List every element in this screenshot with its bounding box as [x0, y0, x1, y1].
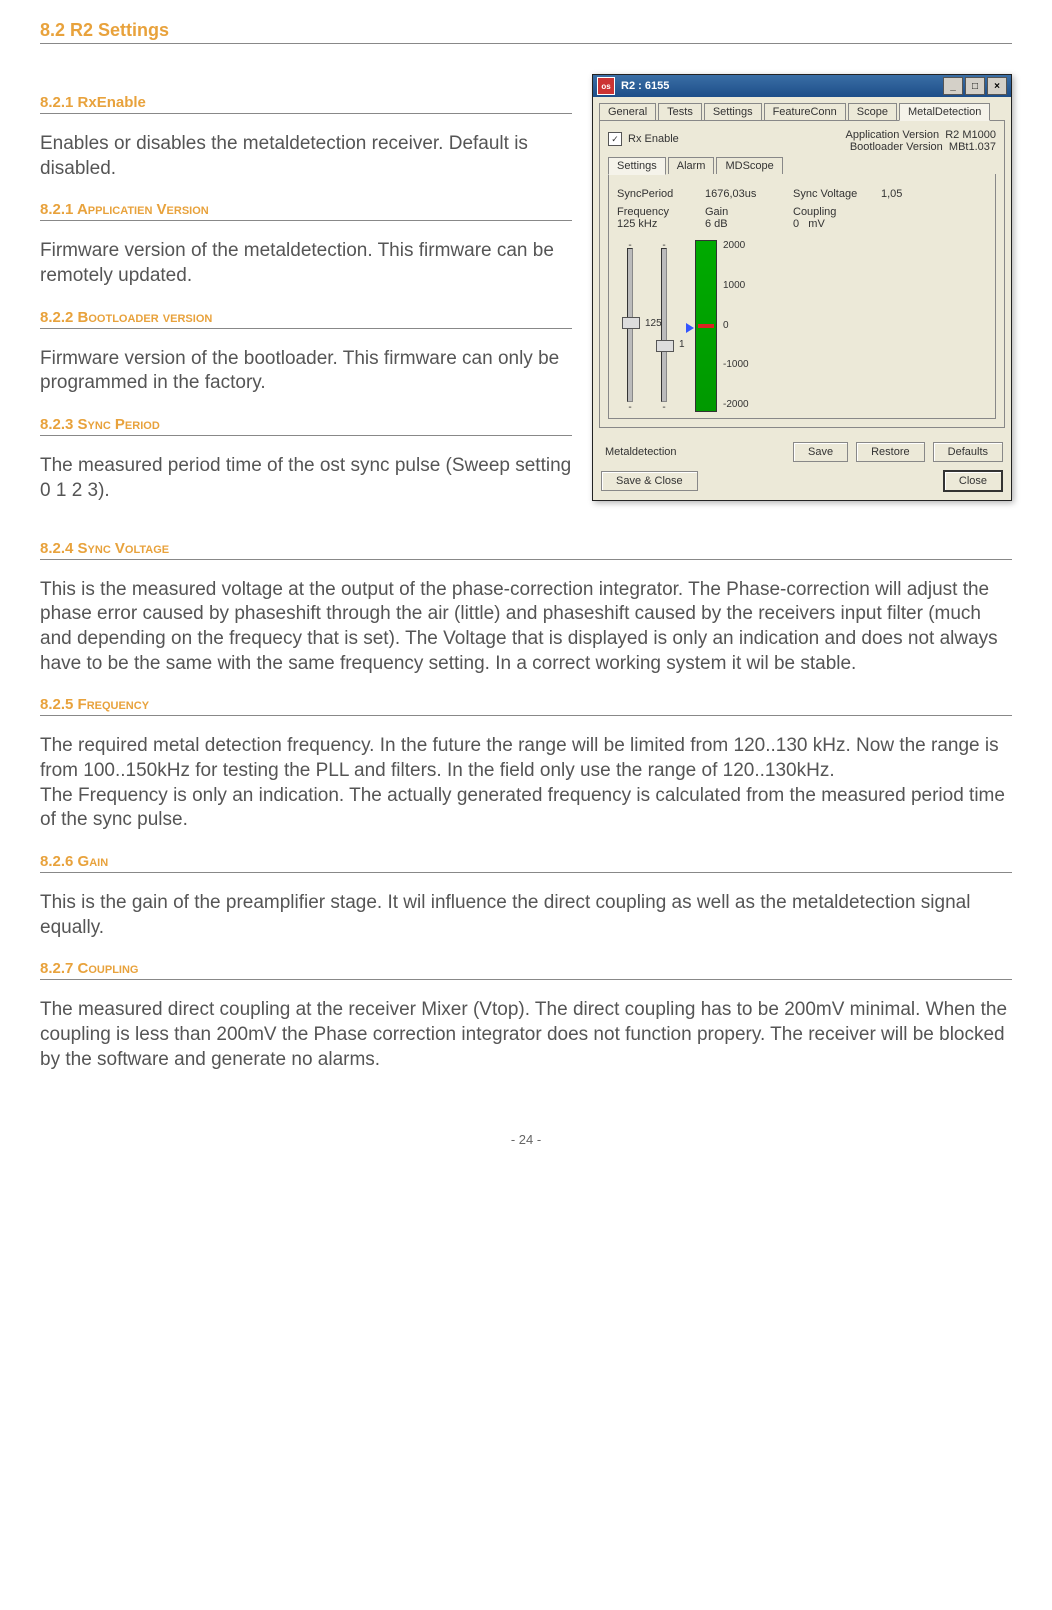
close-button[interactable]: Close — [943, 470, 1003, 492]
syncvoltage-value: 1,05 — [881, 188, 951, 200]
heading-rxenable: 8.2.1 RxEnable — [40, 94, 572, 114]
tab-metaldetection[interactable]: MetalDetection — [899, 103, 990, 121]
metaldetection-panel: ✓ Rx Enable Application Version R2 M1000… — [599, 120, 1005, 428]
tab-featureconn[interactable]: FeatureConn — [764, 103, 846, 120]
settings-window: os R2 : 6155 _ □ × General Tests Setting… — [592, 74, 1012, 501]
status-label: Metaldetection — [601, 443, 681, 461]
subtab-alarm[interactable]: Alarm — [668, 157, 715, 174]
defaults-button[interactable]: Defaults — [933, 442, 1003, 462]
coupling-scale: 2000 1000 0 -1000 -2000 — [723, 240, 749, 410]
gain-slider[interactable]: - - 1 — [661, 240, 667, 410]
window-title: R2 : 6155 — [621, 80, 669, 92]
gain-slider-tick: 1 — [679, 339, 685, 350]
heading-sync-period: 8.2.3 Sync Period — [40, 416, 572, 436]
coupling-value: 0 — [793, 218, 799, 230]
boot-version-value: MBt1.037 — [949, 141, 996, 153]
frequency-label: Frequency — [617, 206, 687, 218]
save-close-button[interactable]: Save & Close — [601, 471, 698, 491]
boot-version-label: Bootloader Version — [850, 141, 943, 153]
subtab-mdscope[interactable]: MDScope — [716, 157, 782, 174]
app-version-value: R2 M1000 — [945, 129, 996, 141]
syncvoltage-label: Sync Voltage — [793, 188, 863, 200]
syncperiod-value: 1676,03us — [705, 188, 775, 200]
app-icon: os — [597, 77, 615, 95]
sub-tabs: Settings Alarm MDScope — [608, 157, 996, 174]
frequency-slider-tick: 125 — [645, 318, 662, 329]
minimize-button[interactable]: _ — [943, 77, 963, 95]
save-button[interactable]: Save — [793, 442, 848, 462]
frequency-value: 125 kHz — [617, 218, 687, 230]
gain-label: Gain — [705, 206, 775, 218]
heading-coupling: 8.2.7 Coupling — [40, 960, 1012, 980]
coupling-label: Coupling — [793, 206, 863, 218]
main-tabs: General Tests Settings FeatureConn Scope… — [593, 97, 1011, 120]
subtab-settings[interactable]: Settings — [608, 157, 666, 175]
close-window-button[interactable]: × — [987, 77, 1007, 95]
restore-button[interactable]: Restore — [856, 442, 925, 462]
text-coupling: The measured direct coupling at the rece… — [40, 998, 1012, 1072]
tab-settings[interactable]: Settings — [704, 103, 762, 120]
text-sync-voltage: This is the measured voltage at the outp… — [40, 578, 1012, 677]
text-rxenable: Enables or disables the metaldetection r… — [40, 132, 572, 181]
maximize-button[interactable]: □ — [965, 77, 985, 95]
tab-scope[interactable]: Scope — [848, 103, 897, 120]
app-version-label: Application Version — [846, 129, 940, 141]
tab-general[interactable]: General — [599, 103, 656, 120]
coupling-bar — [695, 240, 717, 412]
scale-1000: 1000 — [723, 280, 749, 291]
rx-enable-label: Rx Enable — [628, 133, 679, 145]
bar-marker-icon — [698, 324, 714, 328]
tab-tests[interactable]: Tests — [658, 103, 702, 120]
text-gain: This is the gain of the preamplifier sta… — [40, 891, 1012, 940]
section-title: 8.2 R2 Settings — [40, 20, 1012, 44]
text-app-version: Firmware version of the metaldetection. … — [40, 239, 572, 288]
text-sync-period: The measured period time of the ost sync… — [40, 454, 572, 503]
heading-sync-voltage: 8.2.4 Sync Voltage — [40, 540, 1012, 560]
scale-0: 0 — [723, 320, 749, 331]
heading-gain: 8.2.6 Gain — [40, 853, 1012, 873]
heading-bootloader-version: 8.2.2 Bootloader version — [40, 309, 572, 329]
text-frequency: The required metal detection frequency. … — [40, 734, 1012, 833]
text-bootloader-version: Firmware version of the bootloader. This… — [40, 347, 572, 396]
gain-value: 6 dB — [705, 218, 775, 230]
heading-app-version: 8.2.1 Applicatien Version — [40, 201, 572, 221]
rx-enable-checkbox[interactable]: ✓ — [608, 132, 622, 146]
bar-pointer-icon — [686, 323, 694, 333]
heading-frequency: 8.2.5 Frequency — [40, 696, 1012, 716]
scale-2000: 2000 — [723, 240, 749, 251]
window-titlebar[interactable]: os R2 : 6155 _ □ × — [593, 75, 1011, 97]
frequency-slider[interactable]: - - 125 — [627, 240, 633, 410]
syncperiod-label: SyncPeriod — [617, 188, 687, 200]
scale-m2000: -2000 — [723, 399, 749, 410]
page-number: - 24 - — [40, 1132, 1012, 1147]
scale-m1000: -1000 — [723, 359, 749, 370]
coupling-unit: mV — [808, 218, 825, 230]
